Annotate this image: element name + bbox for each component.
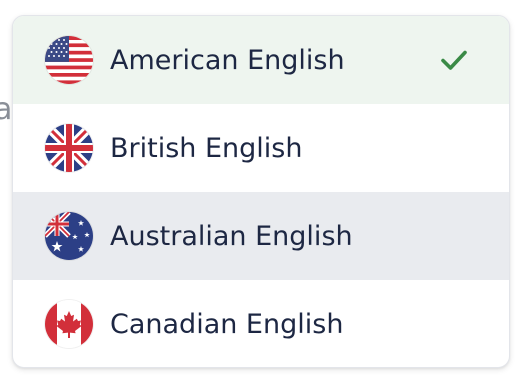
option-american-english[interactable]: American English <box>13 16 509 104</box>
option-canadian-english[interactable]: Canadian English <box>13 280 509 367</box>
stage: as <box>0 0 522 382</box>
option-label: Australian English <box>110 220 353 252</box>
us-flag-icon <box>45 36 93 84</box>
canada-flag-icon <box>45 300 93 348</box>
language-dropdown-menu: American English British English Austral… <box>12 15 510 368</box>
option-label: American English <box>110 44 345 76</box>
option-australian-english[interactable]: Australian English <box>13 192 509 280</box>
option-british-english[interactable]: British English <box>13 104 509 192</box>
australia-flag-icon <box>45 212 93 260</box>
option-label: Canadian English <box>110 308 344 340</box>
uk-flag-icon <box>45 124 93 172</box>
checkmark-icon <box>437 43 471 77</box>
option-label: British English <box>110 132 303 164</box>
